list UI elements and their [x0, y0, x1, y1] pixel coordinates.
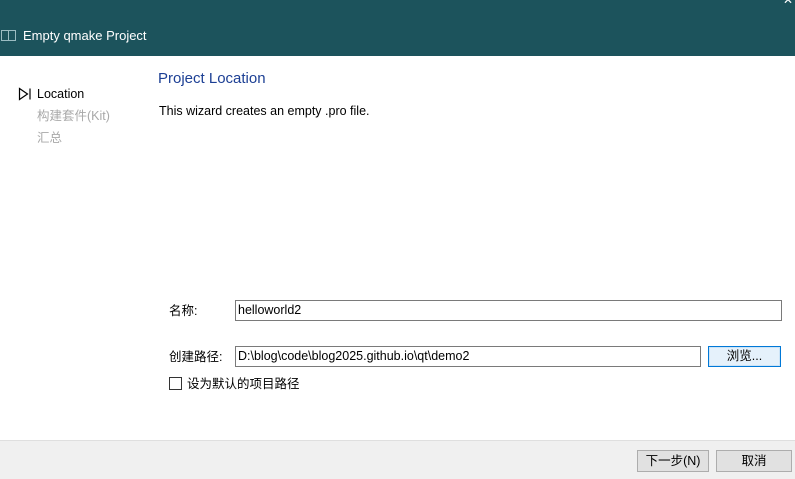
close-icon[interactable]: ✕ [779, 0, 793, 6]
sidebar-step-summary: 汇总 [37, 131, 63, 145]
default-path-checkbox[interactable] [169, 377, 182, 390]
title-bar: ✕ Empty qmake Project [0, 0, 795, 56]
name-input[interactable]: helloworld2 [235, 300, 782, 321]
browse-button[interactable]: 浏览... [708, 346, 781, 367]
sidebar-step-location: Location [37, 87, 85, 101]
name-label: 名称: [169, 304, 198, 318]
window-title: Empty qmake Project [23, 28, 147, 43]
cancel-button[interactable]: 取消 [716, 450, 792, 472]
path-label: 创建路径: [169, 350, 223, 364]
window-icon [1, 30, 16, 41]
sidebar-step-kit: 构建套件(Kit) [37, 109, 110, 123]
path-input[interactable]: D:\blog\code\blog2025.github.io\qt\demo2 [235, 346, 701, 367]
page-title: Project Location [158, 70, 266, 87]
next-button[interactable]: 下一步(N) [637, 450, 709, 472]
default-path-checkbox-label[interactable]: 设为默认的项目路径 [187, 376, 300, 392]
current-step-triangle-icon [18, 87, 31, 101]
page-description: This wizard creates an empty .pro file. [159, 104, 370, 118]
